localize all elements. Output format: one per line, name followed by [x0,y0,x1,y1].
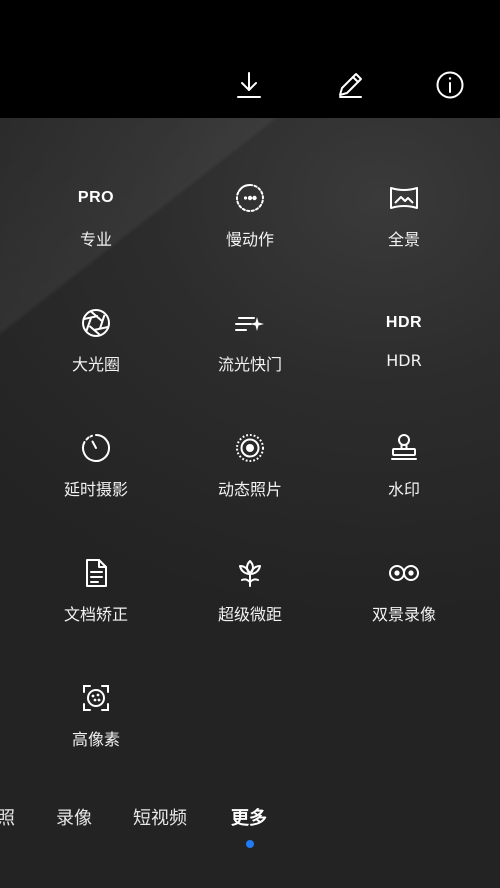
mode-pro[interactable]: PRO 专业 [21,180,171,280]
download-button[interactable] [232,68,266,102]
tab-photo[interactable]: 照 [0,804,15,830]
tab-more[interactable]: 更多 [231,804,267,830]
mode-label: 超级微距 [217,605,282,624]
mode-label: 流光快门 [217,355,282,374]
mode-high-resolution[interactable]: 高像素 [21,680,171,780]
active-tab-indicator [246,840,254,848]
mode-label: 动态照片 [217,480,282,499]
aperture-icon [78,305,114,341]
mode-super-macro[interactable]: 超级微距 [175,555,325,655]
dual-view-icon [386,555,422,591]
mode-label: HDR [386,351,422,370]
mode-document[interactable]: 文档矫正 [21,555,171,655]
mode-slow-motion[interactable]: 慢动作 [175,180,325,280]
mode-label: 全景 [387,230,420,249]
panorama-icon [386,180,422,216]
info-button[interactable] [433,68,467,102]
edit-pencil-icon [339,73,362,98]
edit-button[interactable] [333,68,367,102]
mode-label: 文档矫正 [63,605,128,624]
mode-moving-picture[interactable]: 动态照片 [175,430,325,530]
top-toolbar [0,0,500,118]
mode-label: 延时摄影 [63,480,128,499]
download-icon [237,72,261,98]
info-icon [436,71,464,99]
mode-watermark[interactable]: 水印 [329,430,479,530]
light-painting-icon [232,305,268,341]
time-lapse-icon [78,430,114,466]
mode-label: 双景录像 [371,605,436,624]
document-icon [78,555,114,591]
mode-label: 大光圈 [71,355,120,374]
slow-motion-icon [232,180,268,216]
hdr-icon: HDR [385,314,423,331]
mode-panorama[interactable]: 全景 [329,180,479,280]
high-resolution-icon [78,680,114,716]
camera-mode-tabs: 照 录像 短视频 更多 [0,804,500,844]
moving-picture-icon [232,430,268,466]
mode-hdr[interactable]: HDR HDR [329,305,479,405]
tab-short-video[interactable]: 短视频 [133,804,187,830]
tab-video[interactable]: 录像 [56,804,92,830]
mode-label: 专业 [79,230,112,249]
mode-label: 水印 [387,480,420,499]
mode-time-lapse[interactable]: 延时摄影 [21,430,171,530]
mode-label: 高像素 [71,730,120,749]
mode-dual-view[interactable]: 双景录像 [329,555,479,655]
macro-flower-icon [232,555,268,591]
mode-label: 慢动作 [225,230,274,249]
mode-aperture[interactable]: 大光圈 [21,305,171,405]
mode-light-painting[interactable]: 流光快门 [175,305,325,405]
watermark-stamp-icon [386,430,422,466]
pro-icon: PRO [77,189,115,206]
camera-more-modes-screen: PRO 专业 慢动作 全景 大光圈 流光快门 HDR HDR 延时摄影 动态照片… [0,0,500,888]
